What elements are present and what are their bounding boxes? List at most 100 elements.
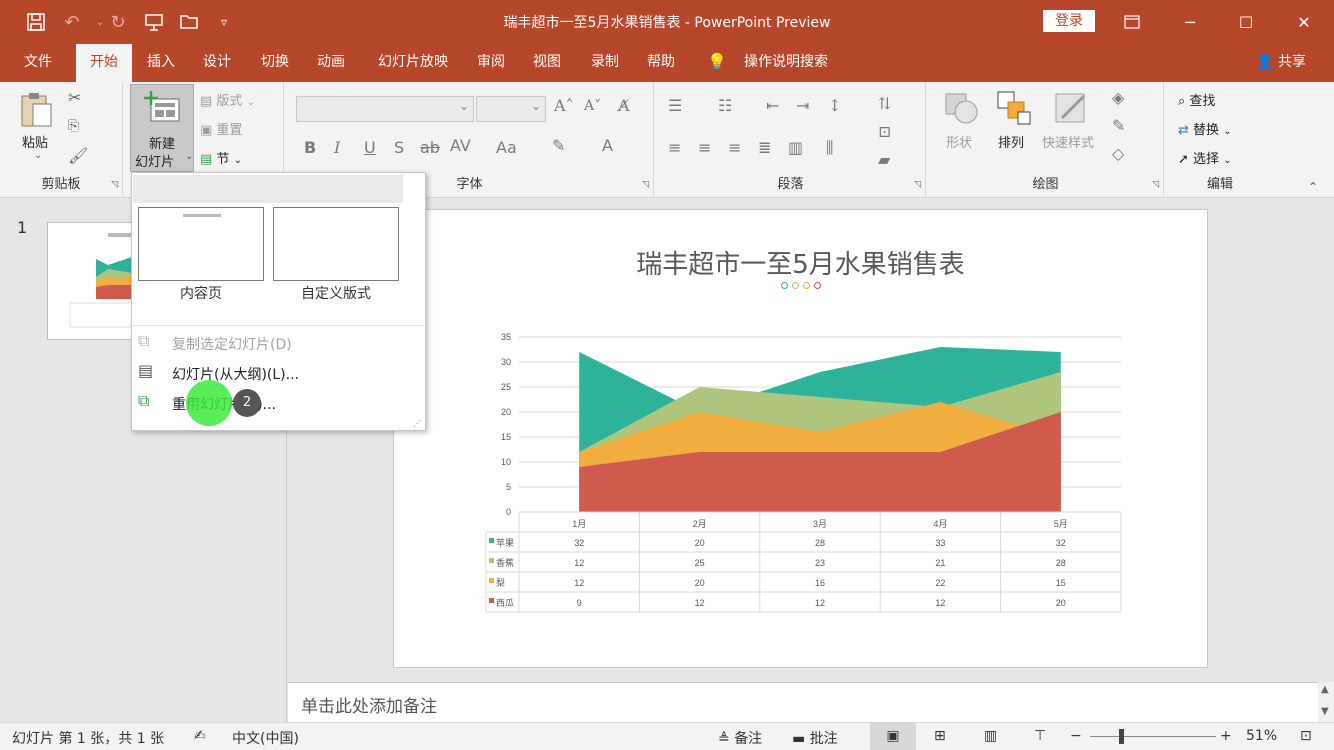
copy-icon[interactable]: ⎘ bbox=[68, 118, 79, 134]
reading-view-icon[interactable]: ▥ bbox=[984, 728, 997, 744]
font-name-combo[interactable]: ⌄ bbox=[296, 96, 474, 122]
underline-icon[interactable]: U bbox=[364, 138, 376, 157]
lightbulb-icon[interactable]: 💡 bbox=[706, 44, 728, 82]
section-button[interactable]: ▤ 节 ⌄ bbox=[200, 148, 242, 167]
text-direction-icon[interactable]: ⇅ bbox=[878, 94, 891, 113]
slide-sorter-icon[interactable]: ⊞ bbox=[934, 728, 946, 744]
shape-fill-icon[interactable]: ◈ bbox=[1112, 88, 1124, 107]
line-spacing-icon[interactable]: ↕ bbox=[828, 96, 841, 115]
grow-font-icon[interactable]: A˄ bbox=[554, 96, 574, 115]
clear-format-icon[interactable]: A̸ bbox=[618, 96, 630, 115]
numbering-icon[interactable]: ☷ bbox=[718, 96, 732, 115]
language-status[interactable]: 中文(中国) bbox=[232, 728, 299, 748]
notes-pane[interactable]: 单击此处添加备注 bbox=[288, 682, 1318, 722]
tab-review[interactable]: 审阅 bbox=[470, 44, 512, 82]
drawing-launcher-icon[interactable]: ◹ bbox=[1152, 180, 1159, 190]
bold-icon[interactable]: B bbox=[304, 138, 316, 157]
bullets-icon[interactable]: ☰ bbox=[668, 96, 682, 115]
smartart-icon[interactable]: ▰ bbox=[878, 150, 890, 169]
layout-custom[interactable] bbox=[273, 207, 399, 281]
notes-toggle[interactable]: ≜ 备注 bbox=[718, 728, 762, 748]
quick-styles-icon[interactable] bbox=[1052, 90, 1092, 130]
tab-record[interactable]: 录制 bbox=[584, 44, 626, 82]
zoom-level[interactable]: 51% bbox=[1246, 728, 1277, 744]
slide-canvas[interactable]: 瑞丰超市一至5月水果销售表 0 5 10 15 20 25 30 35 1月 2月 3月 4月 5月 苹果… bbox=[393, 209, 1208, 668]
new-slide-button[interactable]: 新建 幻灯片 ⌄ bbox=[130, 84, 194, 172]
change-case-icon[interactable]: Aa bbox=[496, 138, 517, 157]
zoom-out-icon[interactable]: − bbox=[1070, 728, 1082, 744]
quick-styles-button[interactable]: 快速样式 bbox=[1042, 132, 1094, 151]
resize-grip-icon[interactable]: ⋰ bbox=[413, 419, 421, 428]
normal-view-icon[interactable]: ▣ bbox=[870, 723, 916, 750]
zoom-slider-thumb[interactable] bbox=[1119, 729, 1124, 744]
paragraph-launcher-icon[interactable]: ◹ bbox=[914, 180, 921, 190]
font-color-icon[interactable]: A bbox=[602, 136, 613, 155]
font-size-combo[interactable]: ⌄ bbox=[476, 96, 546, 122]
cut-icon[interactable]: ✂ bbox=[68, 88, 81, 107]
duplicate-slide-item[interactable]: 复制选定幻灯片(D) bbox=[172, 334, 292, 354]
increase-indent-icon[interactable]: ⇥ bbox=[796, 96, 809, 115]
columns-icon[interactable]: ⫼ bbox=[826, 138, 833, 158]
close-icon[interactable]: ✕ bbox=[1276, 0, 1332, 44]
paste-icon[interactable] bbox=[18, 90, 54, 134]
zoom-slider[interactable] bbox=[1090, 736, 1216, 737]
replace-button[interactable]: ⇄ 替换 ⌄ bbox=[1178, 119, 1232, 138]
fit-to-window-icon[interactable]: ⊡ bbox=[1300, 728, 1312, 744]
distributed-icon[interactable]: ▥ bbox=[788, 138, 803, 157]
select-button[interactable]: ➚ 选择 ⌄ bbox=[1178, 148, 1232, 167]
format-painter-icon[interactable]: 🖌 bbox=[68, 146, 88, 165]
shadow-icon[interactable]: S bbox=[394, 138, 404, 157]
tab-file[interactable]: 文件 bbox=[14, 44, 62, 82]
tab-slideshow[interactable]: 幻灯片放映 bbox=[368, 44, 458, 82]
strikethrough-icon[interactable]: ab bbox=[420, 138, 440, 157]
shapes-icon[interactable] bbox=[942, 90, 982, 130]
justify-icon[interactable]: ≣ bbox=[758, 138, 771, 157]
italic-icon[interactable]: I bbox=[334, 138, 340, 157]
align-text-icon[interactable]: ⊡ bbox=[878, 122, 891, 141]
maximize-icon[interactable]: ☐ bbox=[1218, 0, 1274, 44]
area-chart[interactable]: 0 5 10 15 20 25 30 35 1月 2月 3月 4月 5月苹果 32 20 28 33 32 香蕉 12… bbox=[394, 210, 1209, 669]
slides-from-outline-item[interactable]: 幻灯片(从大纲)(L)... bbox=[172, 364, 299, 384]
tab-design[interactable]: 设计 bbox=[196, 44, 238, 82]
shape-outline-icon[interactable]: ✎ bbox=[1112, 116, 1125, 135]
vertical-scrollbar[interactable]: ▲ ▼ bbox=[1318, 682, 1334, 722]
tab-home[interactable]: 开始 bbox=[76, 44, 132, 82]
align-right-icon[interactable]: ≡ bbox=[728, 138, 741, 157]
char-spacing-icon[interactable]: AV bbox=[450, 136, 471, 155]
tab-help[interactable]: 帮助 bbox=[640, 44, 682, 82]
zoom-in-icon[interactable]: + bbox=[1220, 728, 1232, 744]
scroll-down-icon[interactable]: ▼ bbox=[1321, 706, 1329, 717]
reset-button[interactable]: ▣ 重置 bbox=[200, 119, 242, 138]
tell-me-search[interactable]: 操作说明搜索 bbox=[736, 44, 836, 82]
data-value: 32 bbox=[574, 538, 584, 548]
shape-effects-icon[interactable]: ◇ bbox=[1112, 144, 1124, 163]
clipboard-launcher-icon[interactable]: ◹ bbox=[111, 180, 118, 190]
find-button[interactable]: ⌕ 查找 bbox=[1178, 90, 1215, 109]
decrease-indent-icon[interactable]: ⇤ bbox=[766, 96, 779, 115]
shapes-button[interactable]: 形状 bbox=[946, 132, 972, 151]
ribbon-display-icon[interactable] bbox=[1104, 0, 1160, 44]
share-button[interactable]: 👤 共享 bbox=[1256, 44, 1306, 80]
paste-dropdown-icon[interactable]: ⌄ bbox=[34, 150, 42, 161]
login-button[interactable]: 登录 bbox=[1043, 10, 1095, 32]
tab-transitions[interactable]: 切换 bbox=[254, 44, 296, 82]
collapse-ribbon-icon[interactable]: ⌃ bbox=[1308, 180, 1318, 194]
slideshow-view-icon[interactable]: ⊤ bbox=[1034, 728, 1046, 744]
align-center-icon[interactable]: ≡ bbox=[698, 138, 711, 157]
layout-content-page[interactable] bbox=[138, 207, 264, 281]
arrange-button[interactable]: 排列 bbox=[998, 132, 1024, 151]
arrange-icon[interactable] bbox=[996, 90, 1034, 130]
tab-view[interactable]: 视图 bbox=[526, 44, 568, 82]
spell-check-icon[interactable]: ✍ bbox=[194, 728, 206, 744]
layout-button[interactable]: ▤ 版式 ⌄ bbox=[200, 90, 255, 109]
highlight-icon[interactable]: ✎ bbox=[552, 136, 565, 155]
font-launcher-icon[interactable]: ◹ bbox=[642, 180, 649, 190]
minimize-icon[interactable]: ─ bbox=[1162, 0, 1218, 44]
paste-button[interactable]: 粘贴 bbox=[22, 132, 48, 151]
scroll-up-icon[interactable]: ▲ bbox=[1321, 684, 1329, 695]
shrink-font-icon[interactable]: A˅ bbox=[584, 98, 601, 114]
comments-toggle[interactable]: ▬ 批注 bbox=[792, 728, 838, 748]
align-left-icon[interactable]: ≡ bbox=[668, 138, 681, 157]
tab-animations[interactable]: 动画 bbox=[310, 44, 352, 82]
tab-insert[interactable]: 插入 bbox=[140, 44, 182, 82]
